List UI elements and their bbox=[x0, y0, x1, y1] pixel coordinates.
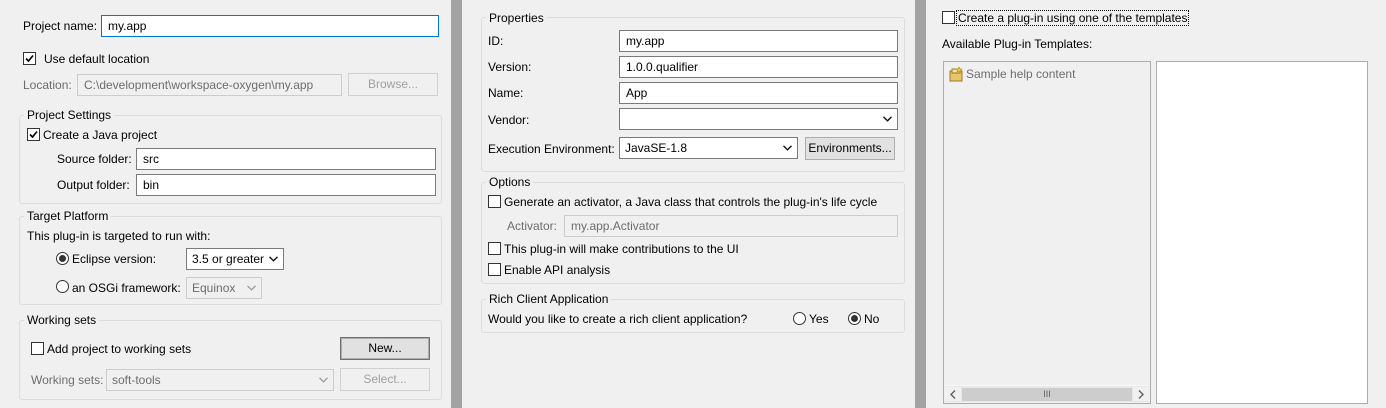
osgi-framework-label: an OSGi framework: bbox=[72, 281, 181, 295]
chevron-right-icon bbox=[1138, 389, 1144, 399]
eclipse-version-value: 3.5 or greater bbox=[192, 252, 265, 266]
rca-no-label: No bbox=[864, 312, 880, 326]
version-label: Version: bbox=[488, 60, 532, 74]
available-templates-label: Available Plug-in Templates: bbox=[942, 37, 1093, 51]
source-folder-input[interactable]: src bbox=[136, 148, 436, 170]
select-working-sets-button[interactable]: Select... bbox=[340, 368, 430, 391]
api-analysis-checkbox[interactable] bbox=[488, 263, 501, 276]
chevron-left-icon bbox=[950, 389, 956, 399]
add-to-working-sets-label: Add project to working sets bbox=[47, 342, 192, 356]
chevron-down-icon bbox=[266, 249, 280, 269]
vendor-label: Vendor: bbox=[488, 113, 530, 127]
chevron-down-icon bbox=[244, 278, 258, 298]
template-description-pane bbox=[1156, 61, 1368, 404]
eclipse-version-select[interactable]: 3.5 or greater bbox=[186, 248, 284, 270]
execution-environment-value: JavaSE-1.8 bbox=[625, 141, 688, 155]
chevron-down-icon bbox=[780, 138, 794, 158]
eclipse-version-label: Eclipse version: bbox=[72, 252, 157, 266]
browse-button[interactable]: Browse... bbox=[348, 73, 438, 96]
templates-list[interactable]: Sample help content III bbox=[943, 61, 1151, 404]
rca-yes-label: Yes bbox=[809, 312, 829, 326]
chevron-down-icon bbox=[880, 109, 894, 129]
check-icon bbox=[29, 130, 38, 139]
check-icon bbox=[25, 54, 34, 63]
target-platform-title: Target Platform bbox=[24, 209, 112, 223]
scroll-thumb[interactable]: III bbox=[962, 388, 1132, 401]
templates-h-scrollbar[interactable]: III bbox=[945, 385, 1149, 402]
template-wizard-icon bbox=[949, 66, 963, 82]
project-name-label: Project name: bbox=[23, 19, 98, 33]
plugin-content-page: Properties ID: my.app Version: 1.0.0.qua… bbox=[462, 0, 915, 408]
source-folder-label: Source folder: bbox=[57, 152, 132, 166]
name-label: Name: bbox=[488, 86, 524, 100]
osgi-framework-radio[interactable] bbox=[56, 280, 69, 293]
activator-label: Activator: bbox=[507, 219, 558, 233]
version-input[interactable]: 1.0.0.qualifier bbox=[619, 56, 898, 78]
generate-activator-label: Generate an activator, a Java class that… bbox=[504, 195, 878, 209]
working-sets-title: Working sets bbox=[24, 313, 100, 327]
location-input[interactable]: C:\development\workspace-oxygen\my.app bbox=[77, 74, 342, 96]
properties-title: Properties bbox=[486, 11, 547, 25]
api-analysis-label: Enable API analysis bbox=[504, 263, 611, 277]
rca-no-radio[interactable] bbox=[848, 312, 861, 325]
working-sets-value: soft-tools bbox=[112, 373, 161, 387]
create-java-project-checkbox[interactable] bbox=[27, 128, 40, 141]
rca-question: Would you like to create a rich client a… bbox=[488, 312, 748, 326]
create-from-template-label[interactable]: Create a plug-in using one of the templa… bbox=[956, 10, 1190, 26]
eclipse-version-radio[interactable] bbox=[56, 252, 69, 265]
output-folder-label: Output folder: bbox=[57, 178, 130, 192]
name-input[interactable]: App bbox=[619, 82, 898, 104]
rca-yes-radio[interactable] bbox=[793, 312, 806, 325]
execution-environment-label: Execution Environment: bbox=[488, 142, 615, 156]
scroll-left-button[interactable] bbox=[945, 387, 961, 401]
create-java-project-label: Create a Java project bbox=[43, 128, 158, 142]
options-title: Options bbox=[486, 175, 534, 189]
scroll-thumb-grip: III bbox=[1043, 389, 1051, 399]
create-from-template-checkbox[interactable] bbox=[942, 11, 955, 24]
environments-button[interactable]: Environments... bbox=[805, 137, 895, 160]
project-name-input[interactable]: my.app bbox=[101, 15, 439, 37]
working-sets-select[interactable]: soft-tools bbox=[106, 369, 334, 391]
execution-environment-select[interactable]: JavaSE-1.8 bbox=[619, 137, 798, 159]
activator-input[interactable]: my.app.Activator bbox=[564, 215, 898, 237]
osgi-framework-value: Equinox bbox=[192, 281, 236, 295]
ui-contributions-label: This plug-in will make contributions to … bbox=[504, 242, 739, 256]
output-folder-input[interactable]: bin bbox=[136, 174, 436, 196]
generate-activator-checkbox[interactable] bbox=[488, 195, 501, 208]
use-default-location-label: Use default location bbox=[44, 52, 150, 66]
id-input[interactable]: my.app bbox=[619, 30, 898, 52]
project-settings-title: Project Settings bbox=[24, 108, 115, 122]
working-sets-label: Working sets: bbox=[31, 373, 104, 387]
osgi-framework-select[interactable]: Equinox bbox=[186, 277, 262, 299]
vendor-combo[interactable] bbox=[619, 108, 898, 130]
ui-contributions-checkbox[interactable] bbox=[488, 242, 501, 255]
rca-title: Rich Client Application bbox=[486, 292, 612, 306]
new-working-set-button[interactable]: New... bbox=[340, 337, 430, 360]
scroll-right-button[interactable] bbox=[1133, 387, 1149, 401]
add-to-working-sets-checkbox[interactable] bbox=[31, 342, 44, 355]
id-label: ID: bbox=[488, 34, 504, 48]
new-plugin-project-page: Project name: my.app Use default locatio… bbox=[0, 0, 451, 408]
templates-page: Create a plug-in using one of the templa… bbox=[926, 0, 1386, 408]
target-platform-description: This plug-in is targeted to run with: bbox=[27, 229, 211, 243]
chevron-down-icon bbox=[316, 370, 330, 390]
use-default-location-checkbox[interactable] bbox=[23, 52, 36, 65]
template-item-label: Sample help content bbox=[966, 67, 1076, 81]
location-label: Location: bbox=[23, 78, 72, 92]
